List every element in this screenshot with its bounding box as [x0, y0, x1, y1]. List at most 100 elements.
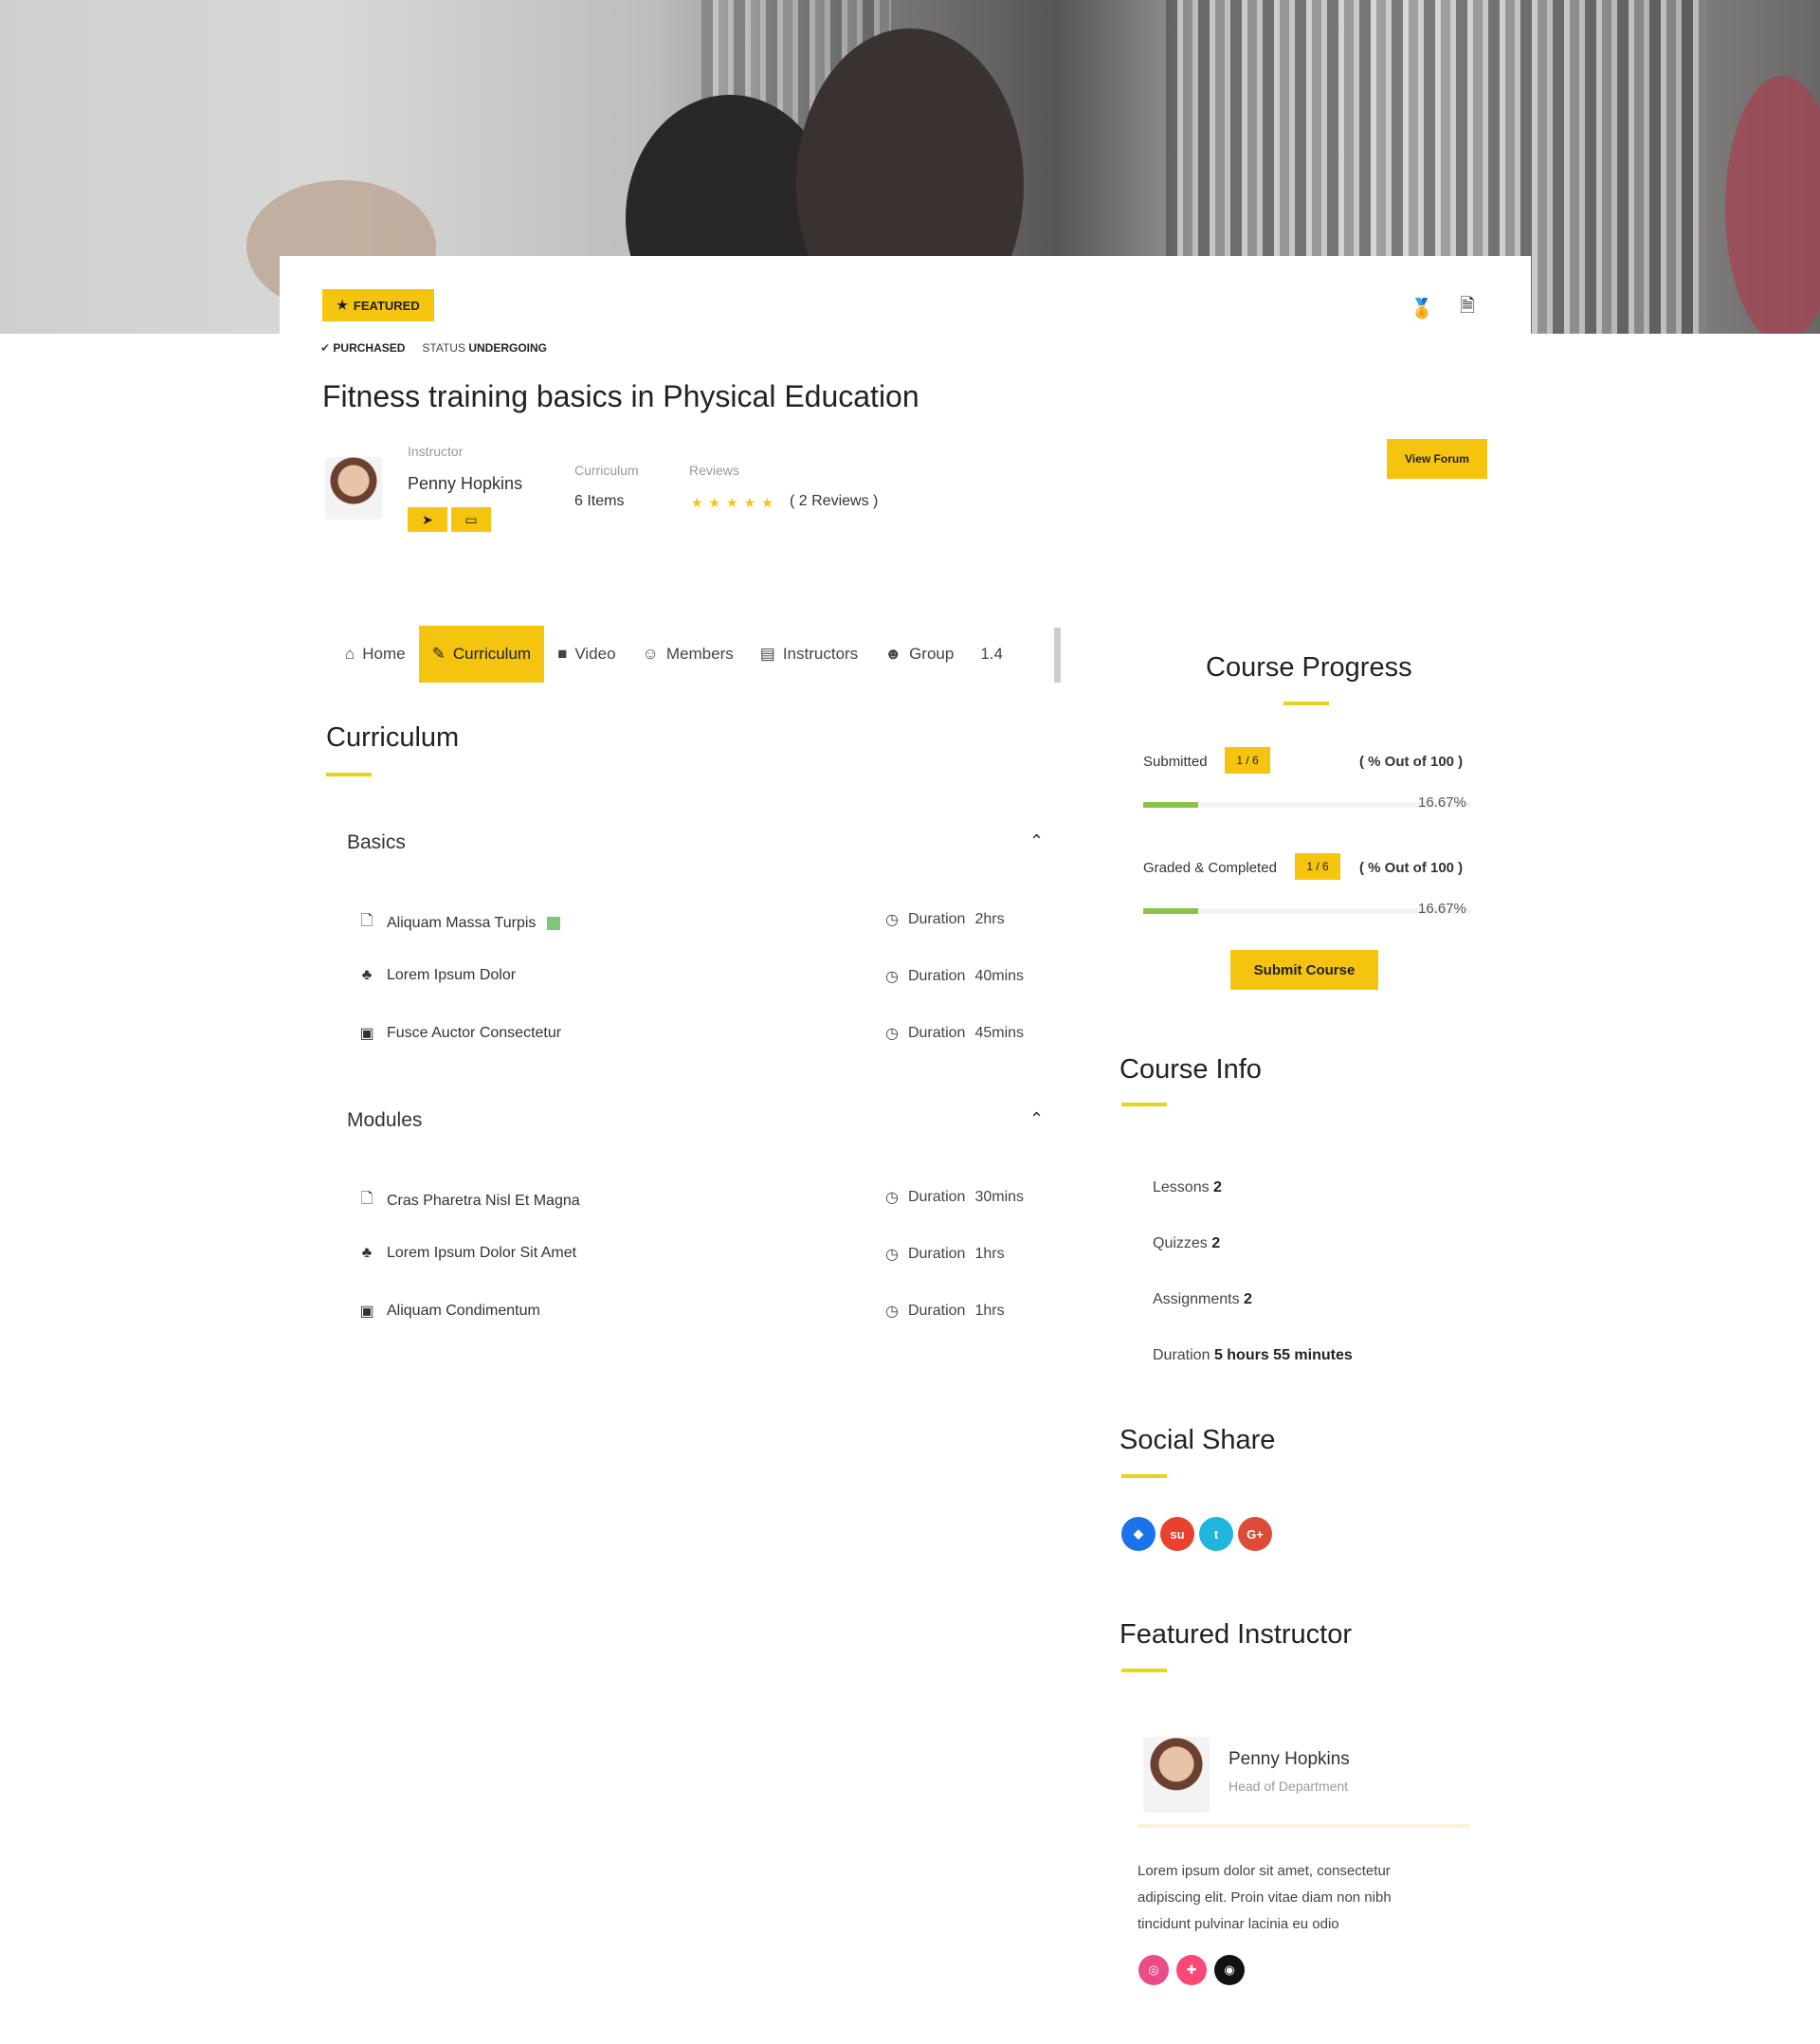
view-forum-button[interactable]: View Forum [1387, 439, 1487, 479]
check-icon: ✔ [320, 341, 331, 355]
members-icon: ☺ [642, 645, 659, 663]
foursquare-icon[interactable]: ✚ [1176, 1955, 1207, 1985]
status-label: STATUS [422, 341, 465, 355]
tumblr-icon[interactable]: t [1199, 1517, 1233, 1551]
submitted-progress-fill [1143, 802, 1198, 808]
instructor-actions: ➤ ▭ [408, 507, 491, 532]
tabs-scrollbar[interactable] [1054, 628, 1061, 683]
tab-video[interactable]: ■ Video [544, 626, 628, 683]
list-item[interactable]: 🗋 Cras Pharetra Nisl Et Magna [358, 1188, 580, 1214]
puzzle-icon: ♣ [361, 1245, 373, 1261]
reviews-count[interactable]: ( 2 Reviews ) [790, 493, 878, 510]
social-share-heading: Social Share [1119, 1425, 1276, 1455]
instructor-name[interactable]: Penny Hopkins [408, 474, 522, 494]
purchase-status: PURCHASED [333, 341, 406, 355]
tab-more[interactable]: 1.4 [967, 626, 1016, 683]
unit-duration: ◷ Duration 1hrs [885, 1303, 1005, 1320]
info-quizzes: Quizzes 2 [1153, 1235, 1221, 1251]
badge-icon[interactable]: 🗎 [1450, 291, 1484, 325]
rating-stars: ★★★★★ [691, 495, 779, 510]
graded-percent: 16.67% [1418, 901, 1466, 917]
unit-duration: ◷ Duration 30mins [885, 1189, 1025, 1206]
clock-icon: ◷ [885, 912, 899, 928]
info-duration: Duration 5 hours 55 minutes [1153, 1347, 1353, 1363]
google-plus-icon[interactable]: G+ [1238, 1517, 1272, 1551]
video-icon: ■ [557, 645, 568, 663]
featured-instructor-heading: Featured Instructor [1119, 1619, 1352, 1650]
list-item[interactable]: ♣ Lorem Ipsum Dolor Sit Amet [358, 1245, 576, 1262]
chevron-up-icon[interactable]: ⌃ [1029, 831, 1044, 851]
featured-instructor-underline [1121, 1669, 1167, 1672]
clock-icon: ◷ [885, 969, 899, 985]
curriculum-icon: ✎ [431, 645, 446, 663]
course-info-underline [1121, 1103, 1167, 1106]
course-progress-heading: Course Progress [1206, 652, 1412, 683]
clock-icon: ◷ [885, 1026, 899, 1042]
unit-duration: ◷ Duration 45mins [885, 1025, 1025, 1042]
clock-icon: ◷ [885, 1304, 899, 1320]
featured-instructor-name[interactable]: Penny Hopkins [1228, 1749, 1350, 1770]
curriculum-stat-value: 6 Items [574, 493, 625, 509]
send-message-icon[interactable]: ➤ [408, 507, 447, 532]
dribbble-icon[interactable]: ◎ [1138, 1955, 1169, 1985]
progress-underline [1283, 702, 1329, 705]
curriculum-stat-label: Curriculum [574, 463, 639, 478]
submitted-label: Submitted [1143, 754, 1208, 770]
tab-members[interactable]: ☺ Members [629, 626, 747, 683]
reviews-stat-label: Reviews [689, 463, 739, 478]
free-unit-icon [547, 916, 561, 930]
unit-duration: ◷ Duration 1hrs [885, 1246, 1005, 1263]
unit-duration: ◷ Duration 2hrs [885, 911, 1005, 928]
course-tabs: ⌂ Home ✎ Curriculum ■ Video ☺ Members ▤ Instr… [332, 626, 1062, 683]
instructor-label: Instructor [408, 444, 464, 459]
list-item[interactable]: ▣ Fusce Auctor Consectetur [358, 1024, 561, 1043]
instructor-avatar[interactable] [325, 457, 382, 520]
github-icon[interactable]: ◉ [1214, 1955, 1245, 1985]
featured-badge: ★ FEATURED [322, 289, 434, 321]
course-title: Fitness training basics in Physical Educ… [322, 379, 919, 413]
puzzle-icon: ♣ [361, 967, 373, 983]
divider [1138, 1824, 1469, 1828]
chevron-up-icon[interactable]: ⌃ [1029, 1109, 1044, 1129]
curriculum-underline [326, 773, 372, 776]
group-icon: ☻ [884, 645, 902, 663]
graded-label: Graded & Completed [1143, 860, 1277, 876]
home-icon: ⌂ [345, 645, 355, 663]
tab-group[interactable]: ☻ Group [871, 626, 967, 683]
status-value: UNDERGOING [468, 341, 547, 355]
clock-icon: ◷ [885, 1190, 899, 1206]
certificate-icon[interactable]: 🏅 [1405, 291, 1439, 325]
submitted-count: 1 / 6 [1225, 747, 1270, 774]
section-title-modules[interactable]: Modules [347, 1109, 422, 1132]
delicious-icon[interactable]: ◆ [1121, 1517, 1156, 1551]
document-icon: 🗋 [360, 913, 373, 929]
document-icon: 🗋 [360, 1191, 373, 1207]
unit-duration: ◷ Duration 40mins [885, 968, 1025, 985]
clock-icon: ◷ [885, 1247, 899, 1263]
list-item[interactable]: ♣ Lorem Ipsum Dolor [358, 967, 516, 984]
profile-icon[interactable]: ▭ [451, 507, 491, 532]
curriculum-heading: Curriculum [326, 722, 460, 753]
featured-instructor-avatar[interactable] [1143, 1737, 1210, 1813]
course-status-row: ✔ PURCHASED STATUS UNDERGOING [320, 341, 547, 355]
section-title-basics[interactable]: Basics [347, 831, 406, 854]
tab-home[interactable]: ⌂ Home [332, 626, 419, 683]
course-info-heading: Course Info [1119, 1054, 1262, 1085]
graded-progress-fill [1143, 908, 1198, 914]
list-item[interactable]: ▣ Aliquam Condimentum [358, 1302, 539, 1321]
tab-instructors[interactable]: ▤ Instructors [747, 626, 871, 683]
assignment-icon: ▣ [359, 1304, 374, 1320]
instructors-icon: ▤ [759, 645, 775, 663]
star-icon: ★ [337, 298, 348, 312]
list-item[interactable]: 🗋 Aliquam Massa Turpis [358, 910, 561, 936]
info-lessons: Lessons 2 [1153, 1179, 1222, 1195]
featured-instructor-role: Head of Department [1228, 1779, 1349, 1794]
social-share-underline [1121, 1474, 1167, 1478]
graded-count: 1 / 6 [1295, 853, 1340, 880]
info-assignments: Assignments 2 [1153, 1291, 1252, 1307]
stumbleupon-icon[interactable]: su [1160, 1517, 1194, 1551]
submit-course-button[interactable]: Submit Course [1230, 950, 1378, 990]
submitted-percent: 16.67% [1418, 794, 1466, 811]
graded-out-of: ( % Out of 100 ) [1359, 860, 1464, 876]
tab-curriculum[interactable]: ✎ Curriculum [418, 626, 545, 683]
